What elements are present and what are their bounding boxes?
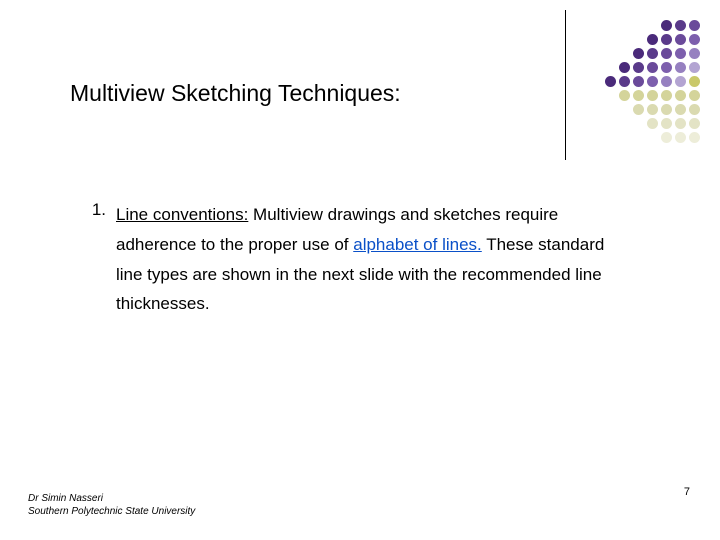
- dot-row: [605, 48, 700, 59]
- decorative-dot: [647, 104, 658, 115]
- decorative-dot: [619, 62, 630, 73]
- decorative-dot: [605, 76, 616, 87]
- decorative-dot-grid: [605, 20, 700, 146]
- decorative-dot: [647, 90, 658, 101]
- decorative-dot: [675, 132, 686, 143]
- dot-spacer: [633, 20, 644, 31]
- decorative-dot: [689, 62, 700, 73]
- dot-row: [605, 76, 700, 87]
- decorative-dot: [689, 48, 700, 59]
- dot-row: [605, 20, 700, 31]
- dot-spacer: [605, 90, 616, 101]
- decorative-dot: [675, 76, 686, 87]
- dot-spacer: [647, 132, 658, 143]
- dot-row: [605, 62, 700, 73]
- list-number: 1.: [80, 200, 116, 220]
- decorative-dot: [675, 20, 686, 31]
- decorative-dot: [661, 90, 672, 101]
- dot-row: [605, 104, 700, 115]
- decorative-dot: [689, 118, 700, 129]
- dot-spacer: [619, 118, 630, 129]
- decorative-dot: [661, 48, 672, 59]
- list-item: 1. Line conventions: Multiview drawings …: [80, 200, 620, 319]
- list-text: Line conventions: Multiview drawings and…: [116, 200, 620, 319]
- decorative-dot: [675, 104, 686, 115]
- slide: Multiview Sketching Techniques: 1. Line …: [0, 0, 720, 540]
- decorative-dot: [661, 132, 672, 143]
- decorative-dot: [689, 76, 700, 87]
- dot-spacer: [647, 20, 658, 31]
- decorative-dot: [675, 90, 686, 101]
- dot-spacer: [619, 48, 630, 59]
- decorative-dot: [661, 118, 672, 129]
- alphabet-of-lines-link[interactable]: alphabet of lines.: [353, 235, 482, 254]
- list-lead-underline: Line conventions:: [116, 205, 248, 224]
- decorative-dot: [633, 104, 644, 115]
- decorative-dot: [633, 62, 644, 73]
- dot-spacer: [619, 104, 630, 115]
- dot-spacer: [619, 34, 630, 45]
- decorative-dot: [619, 90, 630, 101]
- footer-org: Southern Polytechnic State University: [28, 506, 195, 519]
- decorative-dot: [675, 34, 686, 45]
- title-area: Multiview Sketching Techniques:: [70, 80, 401, 107]
- decorative-dot: [661, 20, 672, 31]
- page-number: 7: [684, 486, 690, 498]
- decorative-dot: [647, 62, 658, 73]
- dot-row: [605, 132, 700, 143]
- decorative-dot: [647, 34, 658, 45]
- dot-spacer: [605, 132, 616, 143]
- decorative-dot: [633, 90, 644, 101]
- decorative-dot: [689, 132, 700, 143]
- decorative-dot: [675, 118, 686, 129]
- decorative-dot: [633, 48, 644, 59]
- footer-author: Dr Simin Nasseri: [28, 493, 195, 506]
- dot-spacer: [619, 132, 630, 143]
- decorative-dot: [675, 48, 686, 59]
- decorative-dot: [647, 118, 658, 129]
- decorative-dot: [689, 34, 700, 45]
- dot-spacer: [619, 20, 630, 31]
- dot-spacer: [633, 118, 644, 129]
- dot-spacer: [605, 34, 616, 45]
- dot-row: [605, 34, 700, 45]
- dot-spacer: [605, 104, 616, 115]
- decorative-dot: [689, 20, 700, 31]
- decorative-dot: [647, 76, 658, 87]
- content-body: 1. Line conventions: Multiview drawings …: [80, 200, 620, 319]
- slide-title: Multiview Sketching Techniques:: [70, 80, 401, 107]
- footer: Dr Simin Nasseri Southern Polytechnic St…: [28, 493, 195, 518]
- decorative-dot: [661, 104, 672, 115]
- dot-row: [605, 90, 700, 101]
- decorative-dot: [689, 104, 700, 115]
- dot-spacer: [605, 62, 616, 73]
- title-divider: [565, 10, 566, 160]
- decorative-dot: [689, 90, 700, 101]
- decorative-dot: [675, 62, 686, 73]
- decorative-dot: [619, 76, 630, 87]
- dot-spacer: [633, 34, 644, 45]
- dot-spacer: [605, 118, 616, 129]
- decorative-dot: [661, 62, 672, 73]
- decorative-dot: [661, 76, 672, 87]
- dot-spacer: [605, 20, 616, 31]
- dot-spacer: [605, 48, 616, 59]
- decorative-dot: [633, 76, 644, 87]
- decorative-dot: [647, 48, 658, 59]
- dot-row: [605, 118, 700, 129]
- decorative-dot: [661, 34, 672, 45]
- dot-spacer: [633, 132, 644, 143]
